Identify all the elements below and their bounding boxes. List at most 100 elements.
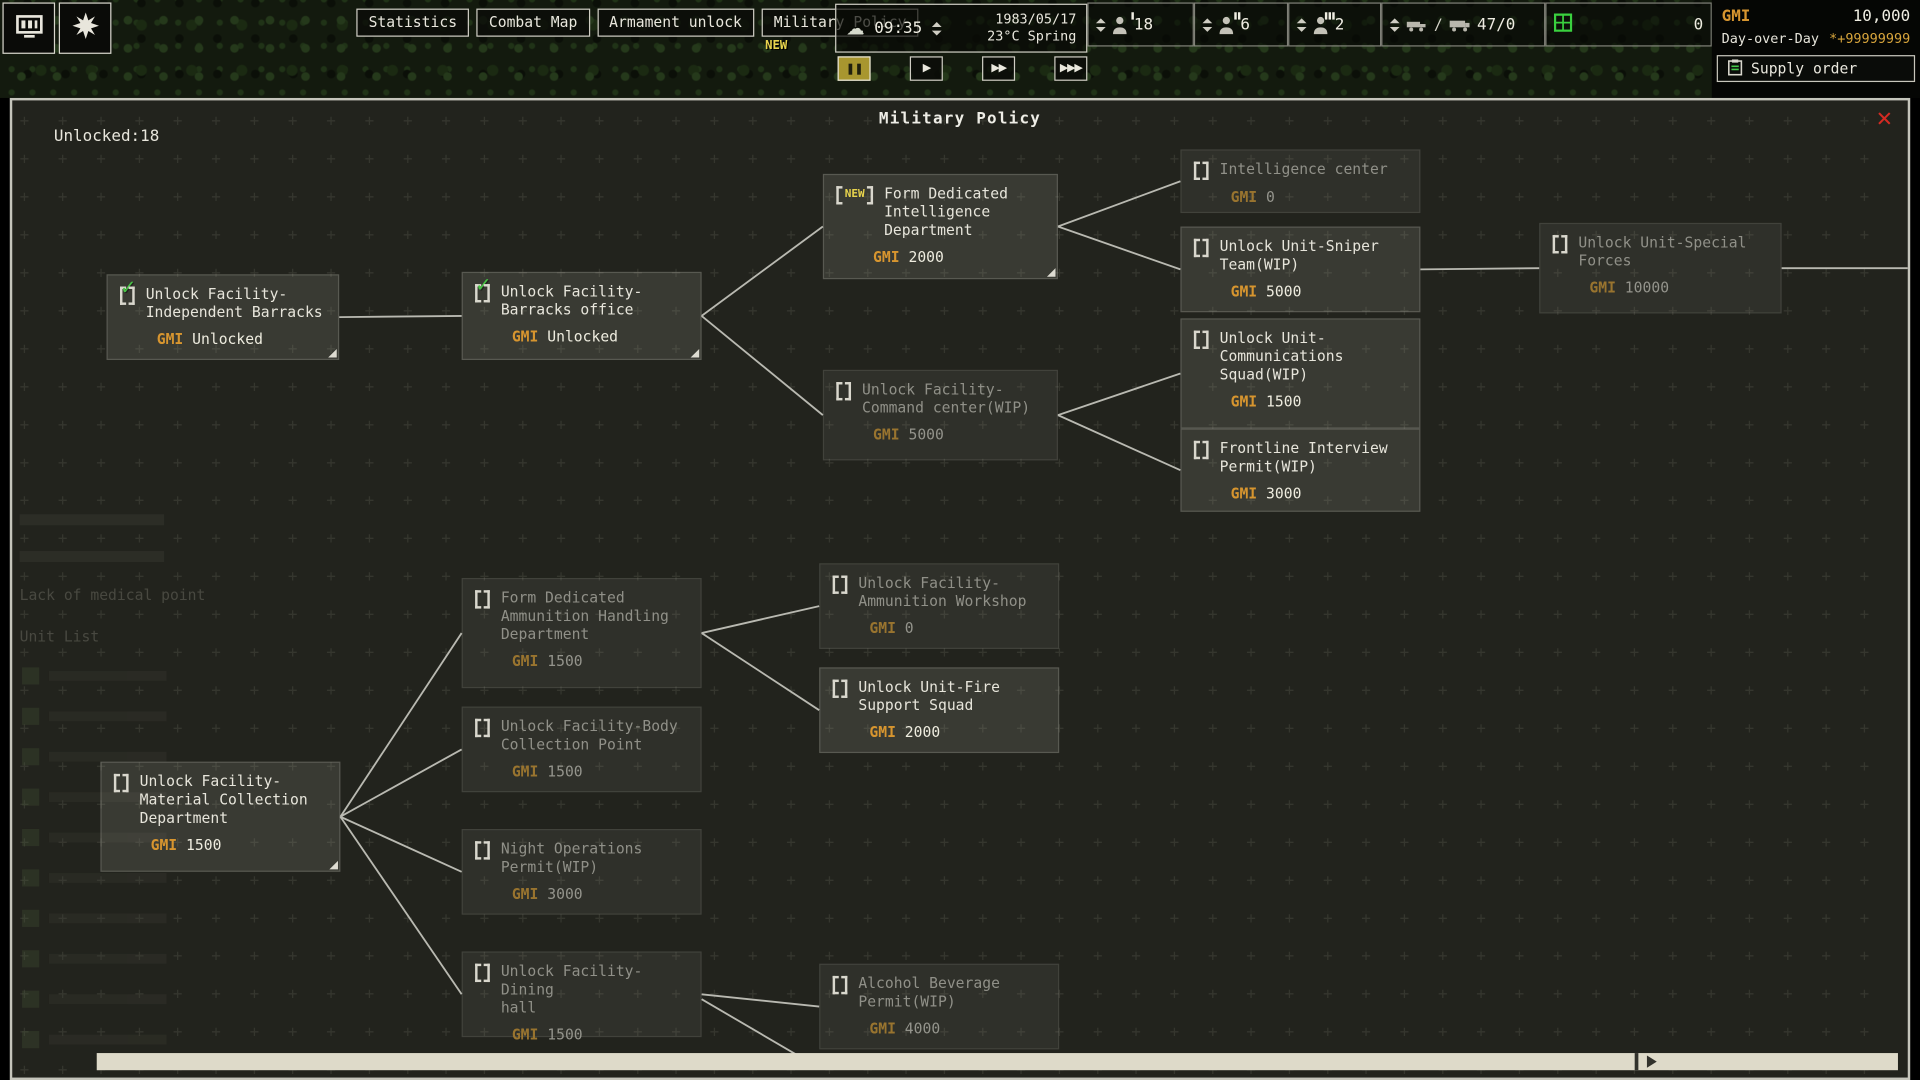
counter-officers[interactable]: 2 [1288,2,1381,46]
counter-infantry[interactable]: 18 [1087,2,1194,46]
stepper-arrows[interactable] [1297,18,1307,31]
ghost-unit-list-title: Unit List [20,628,100,645]
checkbox-icon [1194,162,1209,180]
clipboard-icon [1728,58,1743,79]
vehicle-counter[interactable]: / 47/0 [1381,2,1545,46]
supply-crate-icon [1554,13,1572,36]
fast-forward-button[interactable]: ▶▶ [982,56,1015,80]
policy-node-intelligence-center[interactable]: Intelligence centerGMI 0 [1180,149,1420,213]
ghost-warning-bar [20,514,164,525]
supply-order-label: Supply order [1751,60,1857,77]
policy-node-ammunition-workshop[interactable]: Unlock Facility-Ammunition WorkshopGMI 0 [819,563,1059,649]
policy-node-material-collection-department[interactable]: Unlock Facility-Material CollectionDepar… [100,762,340,872]
checkbox-icon [833,680,848,698]
horizontal-scrollbar[interactable] [97,1053,1898,1070]
node-title: Alcohol BeveragePermit(WIP) [858,975,1045,1012]
corner-mark [329,861,338,870]
node-cost: GMI 5000 [873,426,1044,444]
policy-node-intelligence-department[interactable]: NEWForm DedicatedIntelligenceDepartmentG… [823,174,1058,279]
policy-node-communications-squad[interactable]: Unlock Unit-CommunicationsSquad(WIP)GMI … [1180,318,1420,428]
ghost-warning-bar [20,551,164,562]
crate-count: 0 [1694,15,1704,33]
gmi-value: 10,000 [1853,7,1911,25]
truck-icon [1449,13,1471,36]
weather-cloud-icon: ☁ [846,17,864,39]
soldier-icon [1313,15,1329,33]
clock-panel: ☁ 09:35 1983/05/17 23°C Spring [835,4,1087,53]
burst-icon [69,10,101,47]
policy-node-alcohol-beverage-permit[interactable]: Alcohol BeveragePermit(WIP) GMI 4000 [819,964,1059,1050]
counter-squads[interactable]: 6 [1194,2,1288,46]
checked-checkbox-icon: ✓ [475,284,490,302]
checkbox-icon [475,841,490,859]
panel-title: Military Policy [12,110,1908,128]
clock-time: 09:35 [874,19,922,37]
node-cost: GMI 4000 [869,1020,1045,1038]
policy-node-independent-barracks[interactable]: ✓ Unlock Facility-Independent Barracks GMI… [107,274,340,360]
counter-value: 6 [1240,15,1250,33]
checkbox-icon [1553,235,1568,253]
crate-counter[interactable]: 0 [1545,2,1712,46]
scrollbar-notch [1635,1053,1639,1070]
node-cost: GMI 1500 [1231,393,1407,411]
top-hud: StatisticsCombat MapArmament unlockMilit… [0,0,1920,98]
policy-node-body-collection-point[interactable]: Unlock Facility-BodyCollection Point GMI … [462,707,702,793]
jeep-icon [1406,13,1428,36]
node-title: Intelligence center [1220,160,1407,180]
checkbox-icon [1194,239,1209,257]
node-cost: GMI 1500 [512,653,688,671]
menu-combat-map[interactable]: Combat Map [477,9,590,37]
checked-checkbox-icon: ✓ [120,287,135,305]
node-title: Unlock Facility-Barracks office [501,283,688,320]
stepper-arrows[interactable] [1390,18,1400,31]
policy-node-barracks-office[interactable]: ✓Unlock Facility-Barracks officeGMI Unlo… [462,272,702,360]
node-cost: GMI Unlocked [157,331,326,349]
node-title: Unlock Facility-BodyCollection Point [501,718,688,755]
policy-node-night-operations-permit[interactable]: Night OperationsPermit(WIP) GMI 3000 [462,829,702,915]
close-icon[interactable]: ✕ [1876,108,1893,132]
time-stepper[interactable] [932,21,942,34]
policy-node-fire-support-squad[interactable]: Unlock Unit-FireSupport SquadGMI 2000 [819,667,1059,753]
policy-node-ammunition-handling-department[interactable]: Form DedicatedAmmunition HandlingDepartm… [462,578,702,688]
weather-text: 23°C Spring [987,28,1076,45]
policy-node-dining-hall[interactable]: Unlock Facility-DininghallGMI 1500 [462,951,702,1037]
unlocked-count: Unlocked:18 [54,127,159,145]
checkbox-icon [475,590,490,608]
node-title: Unlock Facility-Independent Barracks [146,285,326,322]
policy-node-command-center[interactable]: Unlock Facility-Command center(WIP)GMI 5… [823,370,1058,461]
gmi-label: GMI [1722,7,1751,25]
checkbox-icon [475,964,490,982]
policy-node-sniper-team[interactable]: Unlock Unit-SniperTeam(WIP)GMI 5000 [1180,227,1420,313]
terminal-icon-button[interactable] [2,2,55,53]
node-cost: GMI 2000 [869,724,1045,742]
node-cost: GMI 1500 [151,836,327,854]
play-button[interactable]: ▶ [910,56,943,80]
corner-mark [691,349,700,358]
checkbox-icon [475,719,490,737]
finance-panel: GMI 10,000 Day-over-Day *+99999999 Suppl… [1712,0,1920,98]
new-badge: NEW [836,186,873,204]
day-over-day-label: Day-over-Day [1722,31,1819,47]
node-title: Frontline InterviewPermit(WIP) [1220,440,1407,477]
node-cost: GMI 1500 [512,763,688,781]
checkbox-icon [833,976,848,994]
fastest-forward-button[interactable]: ▶▶▶ [1054,56,1087,80]
day-over-day-value: *+99999999 [1829,31,1910,47]
node-cost: GMI 3000 [512,885,688,903]
new-badge: NEW [765,37,787,55]
policy-node-frontline-interview-permit[interactable]: Frontline InterviewPermit(WIP)GMI 3000 [1180,429,1420,512]
stepper-arrows[interactable] [1202,18,1212,31]
military-policy-panel: + + + + + + + + + + + + + + + + + + + + … [10,98,1910,1080]
policy-node-special-forces[interactable]: Unlock Unit-SpecialForcesGMI 10000 [1539,223,1781,314]
stepper-arrows[interactable] [1096,18,1106,31]
soldier-icon [1218,15,1234,33]
menu-armament-unlock[interactable]: Armament unlock [597,9,754,37]
game-screen: Statistics Combat MapArmament unlock Milit… [0,0,1920,1080]
combat-alert-icon-button[interactable] [59,2,112,53]
playback-controls: ▶ ▶▶ ▶▶▶ [838,56,1088,80]
pause-button[interactable] [838,56,871,80]
supply-order-button[interactable]: Supply order [1717,55,1915,82]
vehicle-count: 47/0 [1477,15,1515,33]
menu-statistics[interactable]: Statistics [356,9,469,37]
node-title: Night OperationsPermit(WIP) [501,840,688,877]
